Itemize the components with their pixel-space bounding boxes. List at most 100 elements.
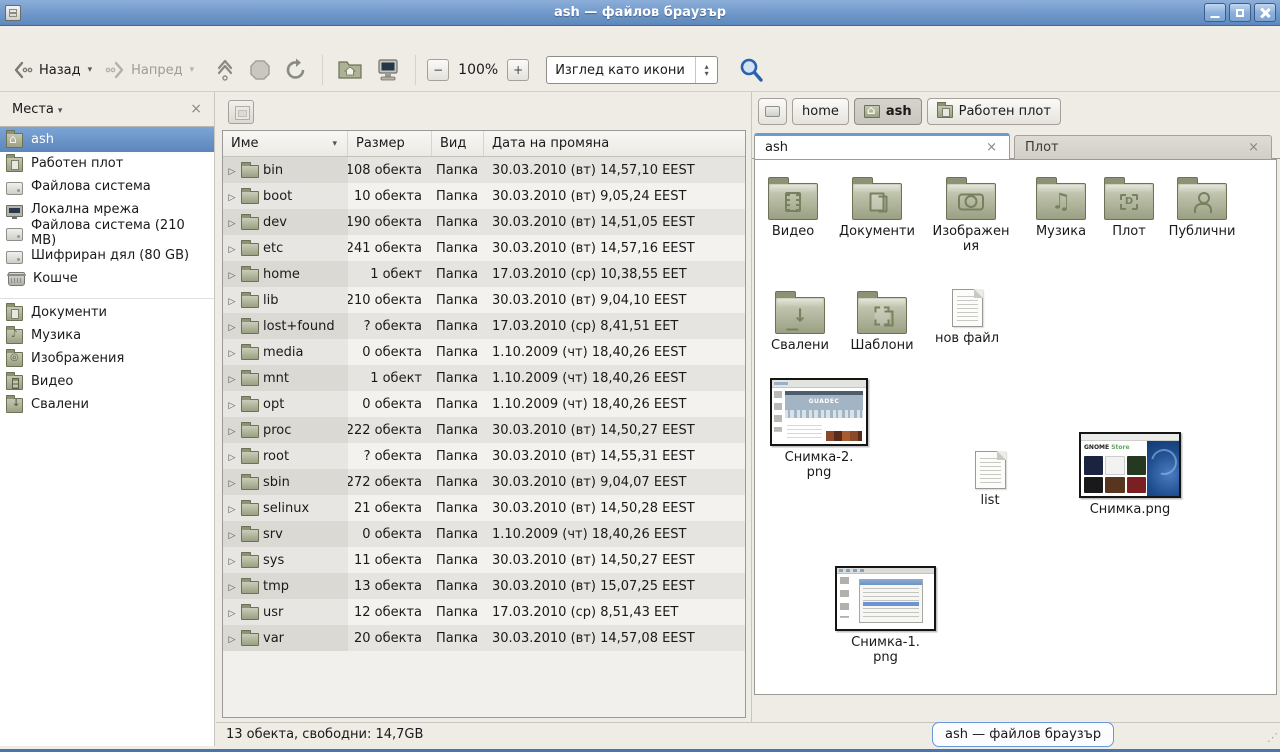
file-row[interactable]: root ? обекта Папка 30.03.2010 (вт) 14,5…	[223, 443, 745, 469]
reload-button[interactable]	[278, 54, 314, 86]
menu-item[interactable]	[30, 36, 46, 40]
up-button[interactable]	[208, 54, 242, 86]
sidebar-item[interactable]: Файлова система	[0, 175, 214, 198]
file-item-new-file[interactable]: нов файл	[931, 282, 1003, 347]
expander-icon[interactable]	[227, 605, 237, 620]
sidebar-item[interactable]: Файлова система (210 MB)	[0, 221, 214, 244]
file-row[interactable]: lib 210 обекта Папка 30.03.2010 (вт) 9,0…	[223, 287, 745, 313]
stop-button[interactable]	[242, 54, 278, 86]
expander-icon[interactable]	[227, 371, 237, 386]
file-row[interactable]: etc 241 обекта Папка 30.03.2010 (вт) 14,…	[223, 235, 745, 261]
menu-item[interactable]	[10, 36, 26, 40]
resize-grip[interactable]	[1267, 731, 1278, 744]
places-selector[interactable]: Места	[8, 99, 66, 120]
expander-icon[interactable]	[227, 215, 237, 230]
file-row[interactable]: selinux 21 обекта Папка 30.03.2010 (вт) …	[223, 495, 745, 521]
home-button[interactable]	[331, 55, 369, 85]
expander-icon[interactable]	[227, 163, 237, 178]
expander-icon[interactable]	[227, 241, 237, 256]
image-item-snimka1[interactable]: Снимка-1. png	[835, 566, 936, 666]
expander-icon[interactable]	[227, 267, 237, 282]
expander-icon[interactable]	[227, 553, 237, 568]
image-item-snimka2[interactable]: GUADEC Снимка-2. png	[770, 378, 868, 481]
view-mode-select[interactable]: Изглед като икони	[546, 56, 718, 84]
expander-icon[interactable]	[227, 631, 237, 646]
menu-item[interactable]	[110, 36, 126, 40]
file-row[interactable]: home 1 обект Папка 17.03.2010 (ср) 10,38…	[223, 261, 745, 287]
back-dropdown-icon[interactable]: ▾	[88, 65, 93, 75]
icon-view[interactable]: Видео Документи Изображен ия Музика Плот…	[754, 159, 1277, 695]
expander-icon[interactable]	[227, 475, 237, 490]
sidebar-item[interactable]: Шифриран дял (80 GB)	[0, 244, 214, 267]
file-row[interactable]: tmp 13 обекта Папка 30.03.2010 (вт) 15,0…	[223, 573, 745, 599]
folder-item[interactable]: Видео	[757, 174, 829, 240]
column-header-size[interactable]: Размер	[348, 131, 432, 156]
computer-button[interactable]	[369, 54, 407, 86]
file-row[interactable]: usr 12 обекта Папка 17.03.2010 (ср) 8,51…	[223, 599, 745, 625]
tab-close-icon[interactable]	[984, 140, 999, 155]
folder-item[interactable]: Шаблони	[846, 288, 918, 354]
folder-item[interactable]: Музика	[1025, 174, 1097, 240]
location-toggle-button[interactable]	[228, 100, 254, 124]
expander-icon[interactable]	[227, 397, 237, 412]
sidebar-close-icon[interactable]	[186, 101, 206, 117]
file-row[interactable]: sbin 272 обекта Папка 30.03.2010 (вт) 9,…	[223, 469, 745, 495]
menu-item[interactable]	[90, 36, 106, 40]
expander-icon[interactable]	[227, 501, 237, 516]
file-row[interactable]: boot 10 обекта Папка 30.03.2010 (вт) 9,0…	[223, 183, 745, 209]
minimize-button[interactable]	[1204, 3, 1226, 22]
path-desktop-button[interactable]: Работен плот	[927, 98, 1061, 125]
file-row[interactable]: bin 108 обекта Папка 30.03.2010 (вт) 14,…	[223, 157, 745, 183]
forward-button[interactable]: Напред ▾	[98, 56, 200, 84]
file-row[interactable]: opt 0 обекта Папка 1.10.2009 (чт) 18,40,…	[223, 391, 745, 417]
path-ash-button[interactable]: ash	[854, 98, 922, 125]
sidebar-item[interactable]: Музика	[0, 324, 214, 347]
search-button[interactable]	[732, 53, 770, 87]
path-home-button[interactable]: home	[792, 98, 849, 125]
expander-icon[interactable]	[227, 527, 237, 542]
forward-dropdown-icon[interactable]: ▾	[190, 65, 195, 75]
file-row[interactable]: mnt 1 обект Папка 1.10.2009 (чт) 18,40,2…	[223, 365, 745, 391]
folder-item[interactable]: Изображен ия	[935, 174, 1007, 255]
expander-icon[interactable]	[227, 345, 237, 360]
folder-item[interactable]: Плот	[1093, 174, 1165, 240]
titlebar[interactable]: ash — файлов браузър	[0, 0, 1280, 26]
tab-close-icon[interactable]	[1246, 140, 1261, 155]
file-row[interactable]: sys 11 обекта Папка 30.03.2010 (вт) 14,5…	[223, 547, 745, 573]
sidebar-item[interactable]: Документи	[0, 301, 214, 324]
menu-item[interactable]	[50, 36, 66, 40]
path-root-button[interactable]	[758, 98, 787, 125]
zoom-out-button[interactable]: −	[427, 59, 449, 81]
file-row[interactable]: var 20 обекта Папка 30.03.2010 (вт) 14,5…	[223, 625, 745, 651]
back-button[interactable]: Назад ▾	[6, 56, 98, 84]
sidebar-item[interactable]: Кошче	[0, 267, 214, 290]
file-row[interactable]: dev 190 обекта Папка 30.03.2010 (вт) 14,…	[223, 209, 745, 235]
file-row[interactable]: lost+found ? обекта Папка 17.03.2010 (ср…	[223, 313, 745, 339]
expander-icon[interactable]	[227, 293, 237, 308]
tab-plot[interactable]: Плот	[1014, 135, 1272, 159]
folder-item[interactable]: Свалени	[764, 288, 836, 354]
expander-icon[interactable]	[227, 319, 237, 334]
image-item-snimka[interactable]: GNOME Store Снимка.png	[1078, 432, 1182, 518]
sidebar-item[interactable]: Изображения	[0, 347, 214, 370]
tab-ash[interactable]: ash	[754, 133, 1010, 159]
file-row[interactable]: srv 0 обекта Папка 1.10.2009 (чт) 18,40,…	[223, 521, 745, 547]
sidebar-item[interactable]: Работен плот	[0, 152, 214, 175]
folder-item[interactable]: Публични	[1166, 174, 1238, 240]
close-button[interactable]	[1254, 3, 1276, 22]
expander-icon[interactable]	[227, 579, 237, 594]
zoom-in-button[interactable]: +	[507, 59, 529, 81]
expander-icon[interactable]	[227, 423, 237, 438]
file-item-list[interactable]: list	[954, 444, 1026, 509]
expander-icon[interactable]	[227, 189, 237, 204]
column-header-date[interactable]: Дата на промяна	[484, 131, 745, 156]
maximize-button[interactable]	[1229, 3, 1251, 22]
column-header-type[interactable]: Вид	[432, 131, 484, 156]
sidebar-item[interactable]: ash	[0, 127, 214, 152]
folder-item[interactable]: Документи	[841, 174, 913, 240]
column-header-name[interactable]: Име	[223, 131, 348, 156]
expander-icon[interactable]	[227, 449, 237, 464]
file-row[interactable]: media 0 обекта Папка 1.10.2009 (чт) 18,4…	[223, 339, 745, 365]
sidebar-item[interactable]: Свалени	[0, 393, 214, 416]
sidebar-item[interactable]: Видео	[0, 370, 214, 393]
